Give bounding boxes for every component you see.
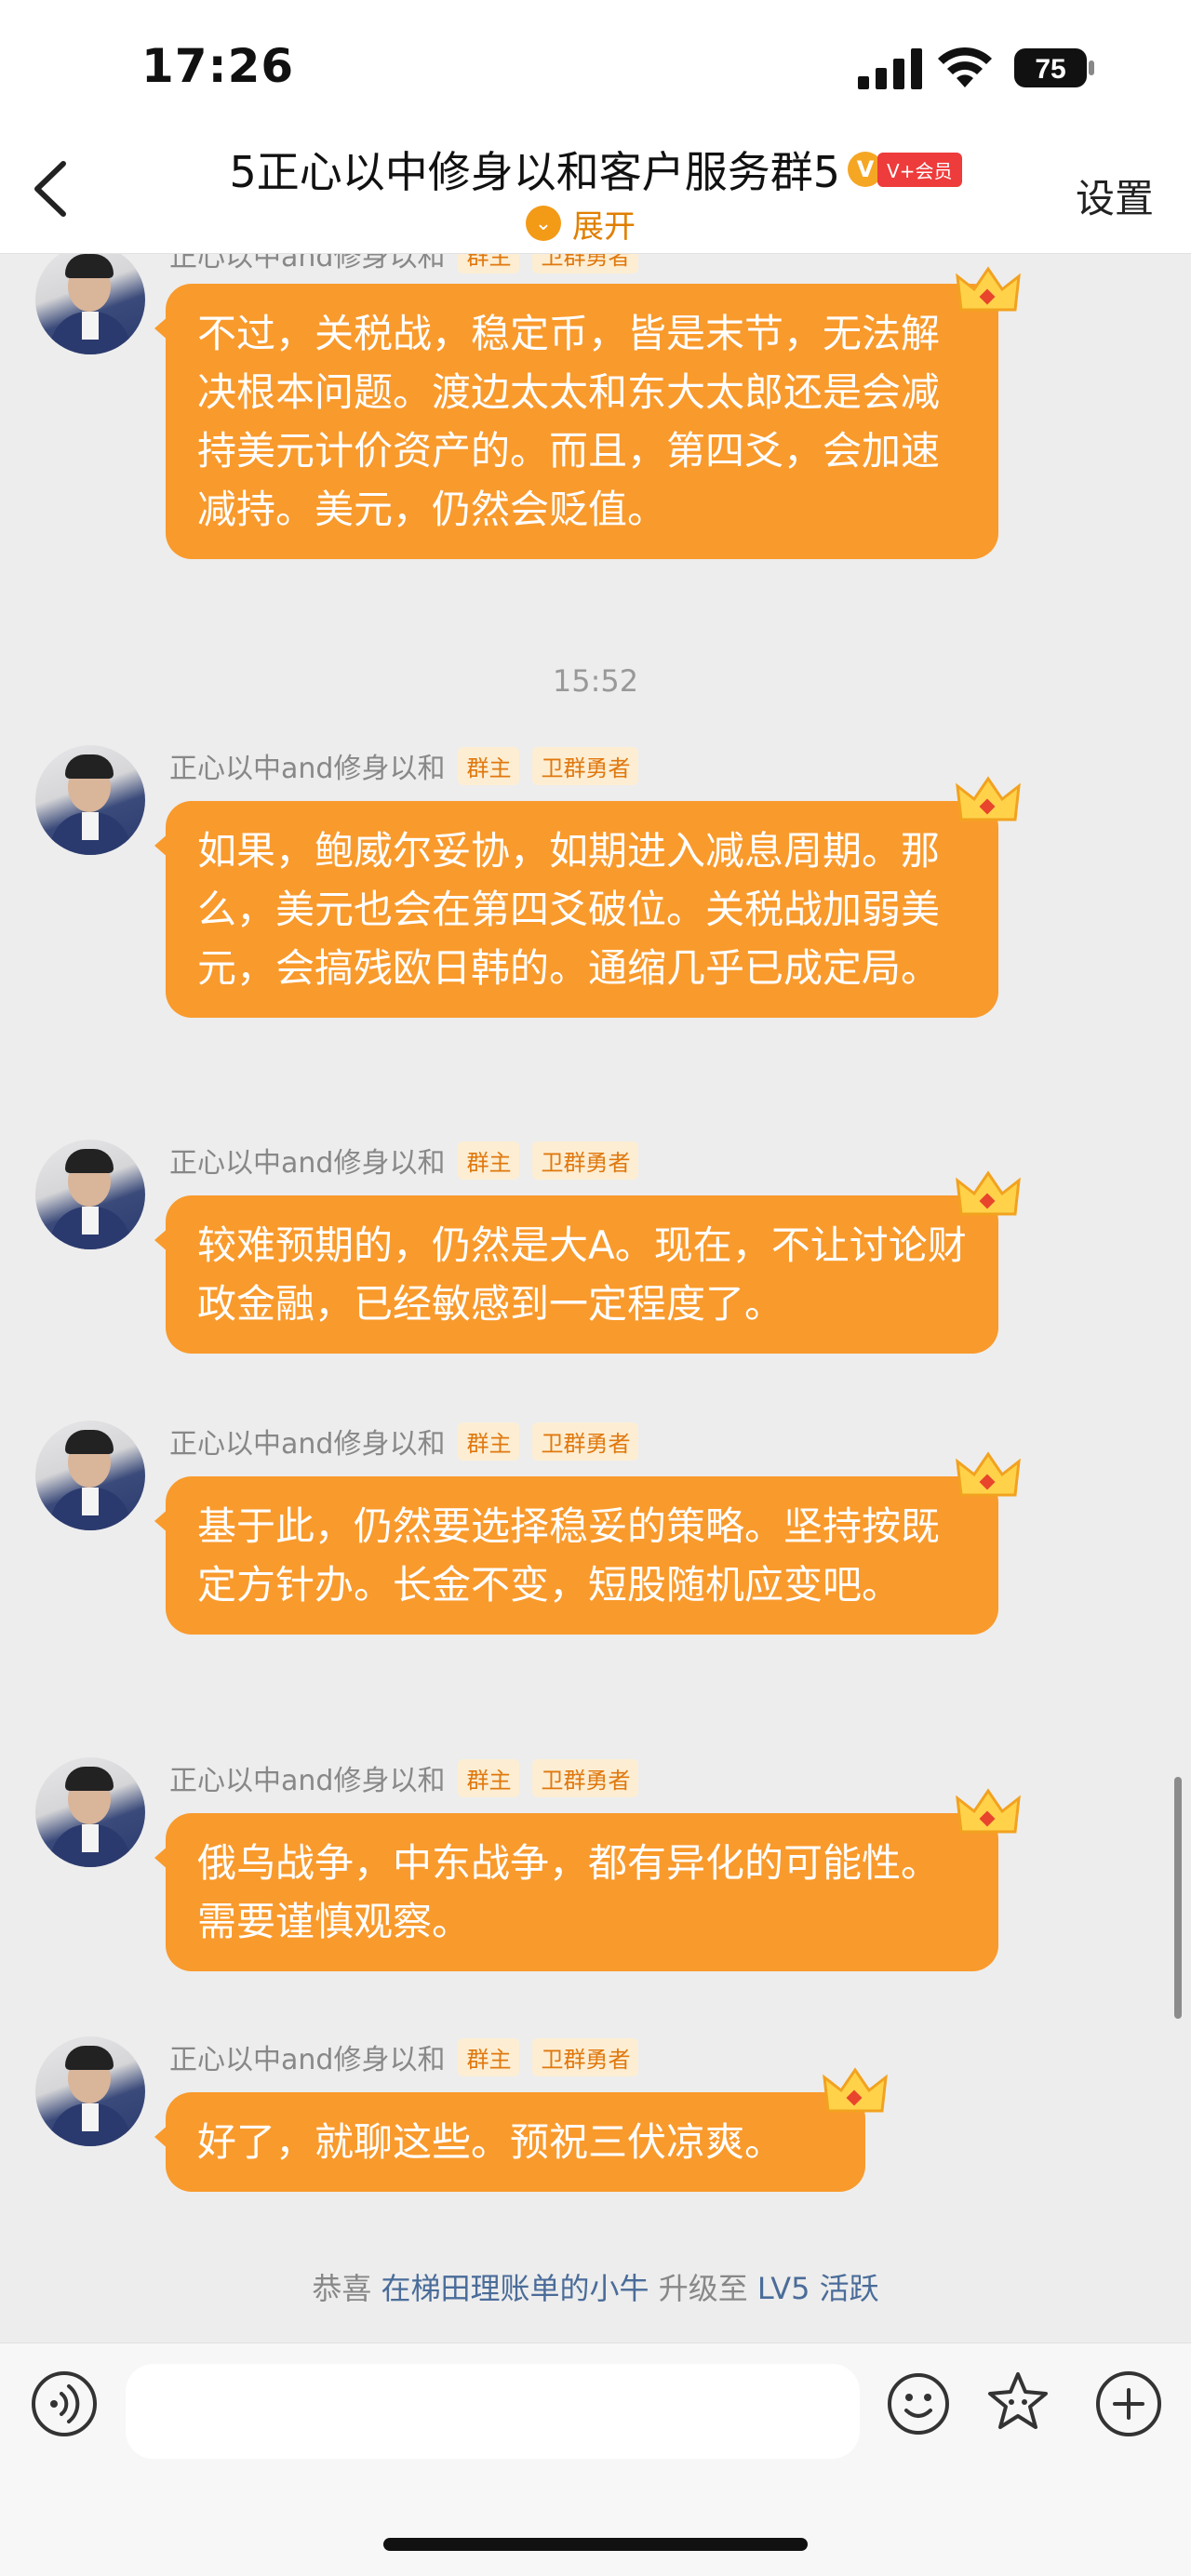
message-text: 不过，关税战，稳定币，皆是末节，无法解决根本问题。渡边太太和东大太郎还是会减持美… [197, 311, 941, 532]
crown-icon [956, 1170, 1021, 1216]
sender-name: 正心以中and修身以和 [169, 753, 446, 785]
avatar[interactable] [35, 1140, 145, 1249]
message-bubble[interactable]: 如果，鲍威尔妥协，如期进入减息周期。那么，美元也会在第四爻破位。关税战加弱美元，… [154, 801, 998, 1018]
message-meta: 正心以中and修身以和 群主 卫群勇者 [169, 1140, 639, 1181]
emoji-icon[interactable] [886, 2371, 951, 2436]
message-text: 好了，就聊这些。预祝三伏凉爽。 [197, 2119, 784, 2165]
system-prefix: 恭喜 [312, 2271, 372, 2306]
message-meta: 正心以中and修身以和 群主 卫群勇者 [169, 254, 639, 274]
sender-name: 正心以中and修身以和 [169, 254, 446, 274]
message-text: 基于此，仍然要选择稳妥的策略。坚持按既定方针办。长金不变，短股随机应变吧。 [197, 1503, 941, 1608]
guard-tag: 卫群勇者 [532, 254, 639, 274]
sender-name: 正心以中and修身以和 [169, 1147, 446, 1180]
plus-icon[interactable] [1096, 2371, 1161, 2436]
crown-icon [956, 266, 1021, 312]
back-arrow-icon[interactable] [28, 156, 74, 221]
crown-icon [823, 2067, 888, 2113]
guard-tag: 卫群勇者 [532, 1141, 639, 1180]
avatar[interactable] [35, 254, 145, 354]
battery-icon: 75 [1014, 47, 1096, 89]
chat-messages[interactable]: 正心以中and修身以和 群主 卫群勇者 不过，关税战，稳定币，皆是末节，无法解决… [0, 254, 1191, 2342]
expand-button[interactable]: ⌄ 展开 [526, 203, 636, 246]
scrollbar[interactable] [1174, 1777, 1182, 2019]
owner-tag: 群主 [458, 1758, 520, 1797]
message-bubble[interactable]: 基于此，仍然要选择稳妥的策略。坚持按既定方针办。长金不变，短股随机应变吧。 [154, 1476, 998, 1635]
message-meta: 正心以中and修身以和 群主 卫群勇者 [169, 745, 639, 786]
crown-icon [956, 776, 1021, 821]
message-text: 较难预期的，仍然是大A。现在，不让讨论财政金融，已经敏感到一定程度了。 [197, 1222, 967, 1327]
home-indicator[interactable] [383, 2538, 808, 2551]
owner-tag: 群主 [458, 2037, 520, 2076]
message-text: 如果，鲍威尔妥协，如期进入减息周期。那么，美元也会在第四爻破位。关税战加弱美元，… [197, 828, 941, 991]
wifi-icon [938, 47, 992, 87]
vip-label: V+会员 [877, 152, 962, 187]
owner-tag: 群主 [458, 1421, 520, 1461]
status-bar: 17:26 75 [0, 0, 1191, 130]
message-bubble[interactable]: 较难预期的，仍然是大A。现在，不让讨论财政金融，已经敏感到一定程度了。 [154, 1195, 998, 1354]
system-message: 恭喜 在梯田理账单的小牛 升级至 LV5 活跃 [0, 2265, 1191, 2308]
nav-bar: 5正心以中修身以和客户服务群5 V V+会员 ⌄ 展开 设置 [0, 130, 1191, 254]
guard-tag: 卫群勇者 [532, 2037, 639, 2076]
settings-button[interactable]: 设置 [1076, 167, 1154, 224]
owner-tag: 群主 [458, 254, 520, 274]
sticker-icon[interactable] [984, 2369, 1051, 2436]
chevron-down-icon: ⌄ [526, 206, 561, 241]
message-bubble[interactable]: 好了，就聊这些。预祝三伏凉爽。 [154, 2092, 865, 2192]
message-text: 俄乌战争，中东战争，都有异化的可能性。需要谨慎观察。 [197, 1840, 941, 1944]
chat-screen: 17:26 75 5正心以中修身以和客户服务群5 V V+会员 ⌄ 展开 设置 … [0, 0, 1191, 2576]
avatar[interactable] [35, 1757, 145, 1867]
sender-name: 正心以中and修身以和 [169, 1428, 446, 1461]
message-bubble[interactable]: 俄乌战争，中东战争，都有异化的可能性。需要谨慎观察。 [154, 1813, 998, 1971]
message-meta: 正心以中and修身以和 群主 卫群勇者 [169, 1757, 639, 1798]
avatar[interactable] [35, 745, 145, 855]
status-time: 17:26 [141, 39, 295, 93]
message-input[interactable] [126, 2364, 860, 2459]
vip-badge: V V+会员 [848, 150, 962, 189]
message-meta: 正心以中and修身以和 群主 卫群勇者 [169, 2036, 639, 2077]
title-area[interactable]: 5正心以中修身以和客户服务群5 V V+会员 [195, 141, 996, 197]
system-user-link[interactable]: 在梯田理账单的小牛 [381, 2271, 649, 2306]
guard-tag: 卫群勇者 [532, 1758, 639, 1797]
guard-tag: 卫群勇者 [532, 1421, 639, 1461]
owner-tag: 群主 [458, 1141, 520, 1180]
message-bubble[interactable]: 不过，关税战，稳定币，皆是末节，无法解决根本问题。渡边太太和东大太郎还是会减持美… [154, 284, 998, 559]
cellular-signal-icon [858, 48, 922, 89]
crown-icon [956, 1451, 1021, 1497]
time-divider: 15:52 [552, 663, 639, 699]
group-title: 5正心以中修身以和客户服务群5 [229, 147, 841, 197]
system-middle: 升级至 [658, 2271, 748, 2306]
system-level-link[interactable]: LV5 活跃 [757, 2271, 879, 2306]
crown-icon [956, 1788, 1021, 1834]
battery-level: 75 [1035, 54, 1065, 85]
avatar[interactable] [35, 2036, 145, 2146]
owner-tag: 群主 [458, 746, 520, 785]
sender-name: 正心以中and修身以和 [169, 1765, 446, 1797]
sender-name: 正心以中and修身以和 [169, 2044, 446, 2076]
expand-label: 展开 [572, 207, 636, 246]
guard-tag: 卫群勇者 [532, 746, 639, 785]
voice-icon[interactable] [32, 2371, 97, 2436]
avatar[interactable] [35, 1421, 145, 1530]
message-meta: 正心以中and修身以和 群主 卫群勇者 [169, 1421, 639, 1462]
